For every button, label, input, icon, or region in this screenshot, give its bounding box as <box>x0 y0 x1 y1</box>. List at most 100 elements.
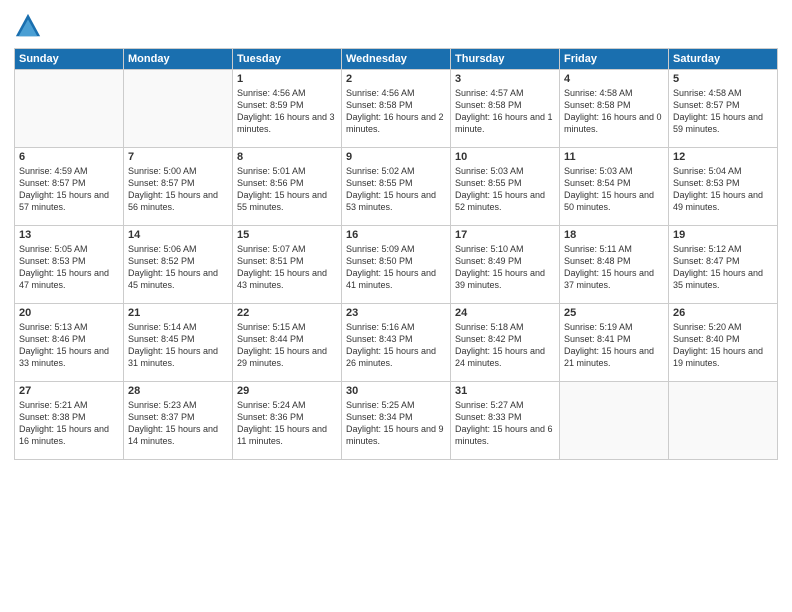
calendar-cell: 31Sunrise: 5:27 AM Sunset: 8:33 PM Dayli… <box>451 382 560 460</box>
calendar-cell: 15 Sunrise: 5:07 AM Sunset: 8:51 PM Dayli… <box>233 226 342 304</box>
cell-info: Sunrise: 5:12 AM Sunset: 8:47 PM Dayligh… <box>673 243 773 292</box>
weekday-header-row: SundayMondayTuesdayWednesdayThursdayFrid… <box>15 49 778 70</box>
day-number: 30 <box>346 385 446 397</box>
cell-info: Sunrise: 5:05 AM Sunset: 8:53 PM Dayligh… <box>19 243 119 292</box>
calendar-cell: 28 Sunrise: 5:23 AM Sunset: 8:37 PM Dayli… <box>124 382 233 460</box>
cell-info: Sunrise: 5:04 AM Sunset: 8:53 PM Dayligh… <box>673 165 773 214</box>
cell-info: Sunrise: 4:56 AM Sunset: 8:58 PM Dayligh… <box>346 87 446 136</box>
cell-info: Sunrise: 5:15 AM Sunset: 8:44 PM Dayligh… <box>237 321 337 370</box>
week-row-3: 13 Sunrise: 5:05 AM Sunset: 8:53 PM Dayli… <box>15 226 778 304</box>
cell-info: Sunrise: 5:06 AM Sunset: 8:52 PM Dayligh… <box>128 243 228 292</box>
calendar-cell: 4 Sunrise: 4:58 AM Sunset: 8:58 PM Daylig… <box>560 70 669 148</box>
calendar-cell <box>560 382 669 460</box>
cell-info: Sunrise: 4:57 AM Sunset: 8:58 PM Dayligh… <box>455 87 555 136</box>
cell-info: Sunrise: 5:21 AM Sunset: 8:38 PM Dayligh… <box>19 399 119 448</box>
cell-info: Sunrise: 5:11 AM Sunset: 8:48 PM Dayligh… <box>564 243 664 292</box>
cell-info: Sunrise: 5:01 AM Sunset: 8:56 PM Dayligh… <box>237 165 337 214</box>
cell-info: Sunrise: 4:58 AM Sunset: 8:57 PM Dayligh… <box>673 87 773 136</box>
calendar-cell: 3Sunrise: 4:57 AM Sunset: 8:58 PM Daylig… <box>451 70 560 148</box>
weekday-header-friday: Friday <box>560 49 669 70</box>
calendar-cell: 26 Sunrise: 5:20 AM Sunset: 8:40 PM Dayli… <box>669 304 778 382</box>
calendar-cell: 14 Sunrise: 5:06 AM Sunset: 8:52 PM Dayli… <box>124 226 233 304</box>
week-row-4: 20Sunrise: 5:13 AM Sunset: 8:46 PM Dayli… <box>15 304 778 382</box>
calendar-cell: 21 Sunrise: 5:14 AM Sunset: 8:45 PM Dayli… <box>124 304 233 382</box>
day-number: 22 <box>237 307 337 319</box>
logo-icon <box>14 12 42 40</box>
calendar-cell: 9 Sunrise: 5:02 AM Sunset: 8:55 PM Daylig… <box>342 148 451 226</box>
cell-info: Sunrise: 5:19 AM Sunset: 8:41 PM Dayligh… <box>564 321 664 370</box>
weekday-header-sunday: Sunday <box>15 49 124 70</box>
day-number: 5 <box>673 73 773 85</box>
cell-info: Sunrise: 5:07 AM Sunset: 8:51 PM Dayligh… <box>237 243 337 292</box>
calendar-cell: 20Sunrise: 5:13 AM Sunset: 8:46 PM Dayli… <box>15 304 124 382</box>
day-number: 21 <box>128 307 228 319</box>
cell-info: Sunrise: 5:00 AM Sunset: 8:57 PM Dayligh… <box>128 165 228 214</box>
day-number: 24 <box>455 307 555 319</box>
calendar-cell: 29 Sunrise: 5:24 AM Sunset: 8:36 PM Dayli… <box>233 382 342 460</box>
calendar-cell <box>124 70 233 148</box>
calendar-cell: 25Sunrise: 5:19 AM Sunset: 8:41 PM Dayli… <box>560 304 669 382</box>
cell-info: Sunrise: 5:27 AM Sunset: 8:33 PM Dayligh… <box>455 399 555 448</box>
calendar-cell: 7 Sunrise: 5:00 AM Sunset: 8:57 PM Daylig… <box>124 148 233 226</box>
day-number: 12 <box>673 151 773 163</box>
cell-info: Sunrise: 5:03 AM Sunset: 8:54 PM Dayligh… <box>564 165 664 214</box>
cell-info: Sunrise: 5:10 AM Sunset: 8:49 PM Dayligh… <box>455 243 555 292</box>
calendar-cell: 1 Sunrise: 4:56 AM Sunset: 8:59 PM Daylig… <box>233 70 342 148</box>
calendar-cell: 19 Sunrise: 5:12 AM Sunset: 8:47 PM Dayli… <box>669 226 778 304</box>
cell-info: Sunrise: 5:23 AM Sunset: 8:37 PM Dayligh… <box>128 399 228 448</box>
cell-info: Sunrise: 5:14 AM Sunset: 8:45 PM Dayligh… <box>128 321 228 370</box>
calendar-cell: 23Sunrise: 5:16 AM Sunset: 8:43 PM Dayli… <box>342 304 451 382</box>
day-number: 2 <box>346 73 446 85</box>
day-number: 26 <box>673 307 773 319</box>
day-number: 6 <box>19 151 119 163</box>
day-number: 10 <box>455 151 555 163</box>
calendar-cell: 30Sunrise: 5:25 AM Sunset: 8:34 PM Dayli… <box>342 382 451 460</box>
calendar-cell: 5 Sunrise: 4:58 AM Sunset: 8:57 PM Daylig… <box>669 70 778 148</box>
calendar-cell: 18 Sunrise: 5:11 AM Sunset: 8:48 PM Dayli… <box>560 226 669 304</box>
day-number: 11 <box>564 151 664 163</box>
day-number: 15 <box>237 229 337 241</box>
calendar-cell: 24 Sunrise: 5:18 AM Sunset: 8:42 PM Dayli… <box>451 304 560 382</box>
cell-info: Sunrise: 5:02 AM Sunset: 8:55 PM Dayligh… <box>346 165 446 214</box>
weekday-header-saturday: Saturday <box>669 49 778 70</box>
cell-info: Sunrise: 5:03 AM Sunset: 8:55 PM Dayligh… <box>455 165 555 214</box>
day-number: 20 <box>19 307 119 319</box>
week-row-2: 6 Sunrise: 4:59 AM Sunset: 8:57 PM Daylig… <box>15 148 778 226</box>
calendar-cell <box>669 382 778 460</box>
day-number: 27 <box>19 385 119 397</box>
calendar-table: SundayMondayTuesdayWednesdayThursdayFrid… <box>14 48 778 460</box>
weekday-header-monday: Monday <box>124 49 233 70</box>
day-number: 18 <box>564 229 664 241</box>
cell-info: Sunrise: 4:59 AM Sunset: 8:57 PM Dayligh… <box>19 165 119 214</box>
calendar-cell: 8Sunrise: 5:01 AM Sunset: 8:56 PM Daylig… <box>233 148 342 226</box>
day-number: 29 <box>237 385 337 397</box>
calendar-cell: 16 Sunrise: 5:09 AM Sunset: 8:50 PM Dayli… <box>342 226 451 304</box>
cell-info: Sunrise: 5:18 AM Sunset: 8:42 PM Dayligh… <box>455 321 555 370</box>
cell-info: Sunrise: 5:20 AM Sunset: 8:40 PM Dayligh… <box>673 321 773 370</box>
day-number: 4 <box>564 73 664 85</box>
day-number: 16 <box>346 229 446 241</box>
day-number: 7 <box>128 151 228 163</box>
calendar-cell: 6 Sunrise: 4:59 AM Sunset: 8:57 PM Daylig… <box>15 148 124 226</box>
week-row-1: 1 Sunrise: 4:56 AM Sunset: 8:59 PM Daylig… <box>15 70 778 148</box>
calendar-cell <box>15 70 124 148</box>
logo <box>14 12 46 40</box>
cell-info: Sunrise: 5:16 AM Sunset: 8:43 PM Dayligh… <box>346 321 446 370</box>
day-number: 17 <box>455 229 555 241</box>
day-number: 28 <box>128 385 228 397</box>
cell-info: Sunrise: 5:09 AM Sunset: 8:50 PM Dayligh… <box>346 243 446 292</box>
cell-info: Sunrise: 4:56 AM Sunset: 8:59 PM Dayligh… <box>237 87 337 136</box>
calendar-cell: 17 Sunrise: 5:10 AM Sunset: 8:49 PM Dayli… <box>451 226 560 304</box>
weekday-header-thursday: Thursday <box>451 49 560 70</box>
day-number: 1 <box>237 73 337 85</box>
calendar-cell: 10 Sunrise: 5:03 AM Sunset: 8:55 PM Dayli… <box>451 148 560 226</box>
weekday-header-wednesday: Wednesday <box>342 49 451 70</box>
day-number: 14 <box>128 229 228 241</box>
day-number: 9 <box>346 151 446 163</box>
day-number: 19 <box>673 229 773 241</box>
calendar-cell: 2 Sunrise: 4:56 AM Sunset: 8:58 PM Daylig… <box>342 70 451 148</box>
cell-info: Sunrise: 4:58 AM Sunset: 8:58 PM Dayligh… <box>564 87 664 136</box>
page-container: SundayMondayTuesdayWednesdayThursdayFrid… <box>0 0 792 612</box>
day-number: 13 <box>19 229 119 241</box>
cell-info: Sunrise: 5:24 AM Sunset: 8:36 PM Dayligh… <box>237 399 337 448</box>
